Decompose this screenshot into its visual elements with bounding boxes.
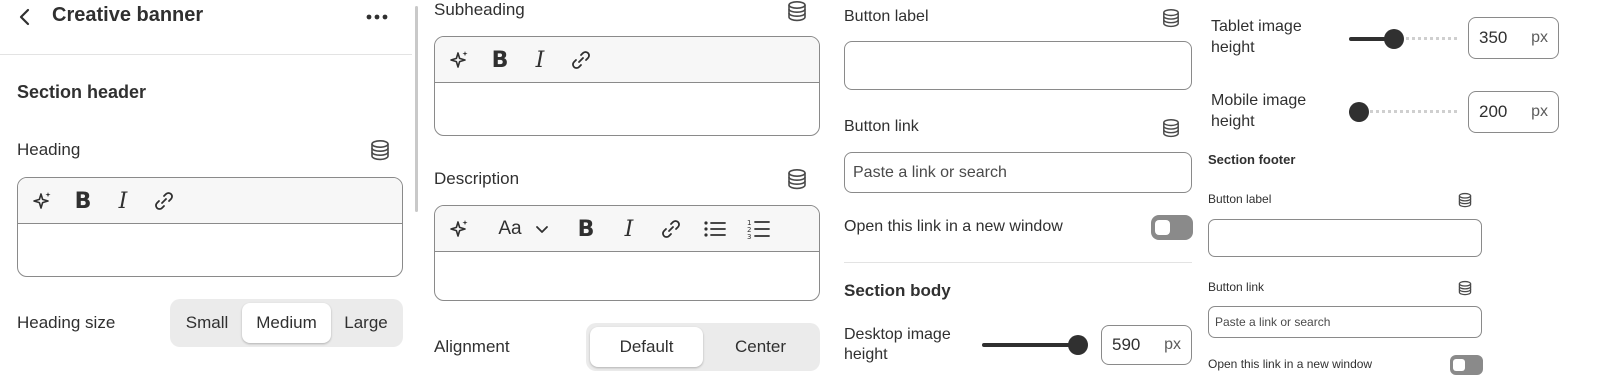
alignment-default[interactable]: Default: [590, 327, 703, 367]
mobile-height-slider[interactable]: [1349, 100, 1457, 124]
unit-label: px: [1164, 336, 1181, 353]
footer-new-window-toggle[interactable]: [1450, 355, 1483, 375]
heading-label: Heading: [17, 140, 81, 159]
bold-icon[interactable]: B: [72, 189, 94, 214]
toggle-knob: [1453, 359, 1465, 371]
section-footer-title: Section footer: [1208, 152, 1296, 167]
numbered-list-icon[interactable]: 123: [747, 217, 771, 241]
mobile-height-value: 200: [1479, 102, 1508, 121]
alignment-center[interactable]: Center: [705, 327, 816, 367]
text-style-button[interactable]: Aa: [495, 217, 525, 241]
italic-icon[interactable]: I: [112, 189, 134, 214]
heading-size-large[interactable]: Large: [333, 303, 399, 343]
description-editor-toolbar: Aa B I 123: [435, 206, 819, 252]
dynamic-source-icon[interactable]: [787, 168, 807, 190]
slider-knob[interactable]: [1068, 335, 1088, 355]
header-divider: [0, 54, 412, 55]
italic-icon[interactable]: I: [529, 48, 551, 73]
tablet-height-label-line2: height: [1211, 39, 1255, 56]
desktop-height-slider[interactable]: [982, 333, 1088, 357]
section-body-title: Section body: [844, 281, 951, 300]
chevron-left-icon: [19, 8, 30, 26]
tablet-height-value: 350: [1479, 28, 1508, 47]
dynamic-source-icon[interactable]: [787, 0, 807, 22]
magic-sparkle-icon[interactable]: [447, 48, 471, 72]
magic-sparkle-icon[interactable]: [447, 217, 471, 241]
slider-knob[interactable]: [1384, 29, 1404, 49]
page-title: Creative banner: [52, 4, 204, 26]
slider-knob[interactable]: [1349, 102, 1369, 122]
dynamic-source-icon[interactable]: [1162, 118, 1180, 138]
footer-button-label-input[interactable]: [1208, 219, 1482, 257]
toggle-knob: [1155, 220, 1170, 235]
desktop-height-value: 590: [1112, 335, 1141, 354]
section-divider: [844, 262, 1192, 263]
unit-label: px: [1531, 103, 1548, 120]
new-window-label: Open this link in a new window: [844, 218, 1063, 235]
scrollbar[interactable]: [415, 6, 418, 212]
subheading-editor[interactable]: B I: [434, 36, 820, 136]
bold-icon[interactable]: B: [489, 48, 511, 73]
heading-editor[interactable]: B I: [17, 177, 403, 277]
footer-button-link-label: Button link: [1208, 280, 1265, 294]
italic-icon[interactable]: I: [618, 217, 640, 242]
bullet-list-icon[interactable]: [703, 217, 727, 241]
tablet-height-label-line1: Tablet image: [1211, 18, 1302, 35]
magic-sparkle-icon[interactable]: [30, 189, 54, 213]
slider-rest: [1359, 110, 1457, 113]
new-window-toggle[interactable]: [1151, 215, 1193, 240]
more-actions-button[interactable]: [364, 8, 392, 26]
slider-fill: [982, 343, 1078, 347]
alignment-segmented: Default Center: [586, 323, 820, 371]
heading-size-label: Heading size: [17, 313, 116, 332]
dynamic-source-icon[interactable]: [370, 139, 390, 161]
mobile-height-label-line2: height: [1211, 113, 1255, 130]
mobile-height-input[interactable]: 200 px: [1468, 91, 1559, 133]
link-icon[interactable]: [569, 48, 593, 72]
heading-editor-toolbar: B I: [18, 178, 402, 224]
chevron-down-icon[interactable]: [533, 217, 551, 241]
heading-size-medium[interactable]: Medium: [242, 303, 331, 343]
button-link-placeholder: Paste a link or search: [853, 163, 1007, 181]
mobile-height-label-line1: Mobile image: [1211, 92, 1307, 109]
description-label: Description: [434, 169, 520, 188]
link-icon[interactable]: [659, 217, 683, 241]
dynamic-source-icon[interactable]: [1458, 192, 1472, 208]
subheading-label: Subheading: [434, 0, 525, 19]
footer-button-link-input[interactable]: Paste a link or search: [1208, 306, 1482, 338]
alignment-label: Alignment: [434, 337, 510, 356]
button-label-input[interactable]: [844, 41, 1192, 90]
footer-button-label-label: Button label: [1208, 192, 1272, 206]
section-header-title: Section header: [17, 82, 147, 102]
button-link-label: Button link: [844, 118, 919, 135]
tablet-height-slider[interactable]: [1349, 27, 1457, 51]
subheading-editor-toolbar: B I: [435, 37, 819, 83]
heading-size-segmented: Small Medium Large: [170, 299, 403, 347]
unit-label: px: [1531, 29, 1548, 46]
footer-link-placeholder: Paste a link or search: [1215, 315, 1331, 329]
bold-icon[interactable]: B: [575, 217, 597, 242]
back-button[interactable]: [14, 6, 36, 28]
button-label-label: Button label: [844, 8, 929, 25]
heading-size-small[interactable]: Small: [174, 303, 240, 343]
dynamic-source-icon[interactable]: [1162, 8, 1180, 28]
desktop-height-label-line1: Desktop image: [844, 326, 951, 343]
more-horizontal-icon: [366, 14, 388, 20]
desktop-height-label-line2: height: [844, 346, 888, 363]
dynamic-source-icon[interactable]: [1458, 280, 1472, 296]
svg-text:3: 3: [747, 233, 751, 241]
desktop-height-input[interactable]: 590 px: [1101, 325, 1192, 365]
button-link-input[interactable]: Paste a link or search: [844, 152, 1192, 193]
description-editor[interactable]: Aa B I 123: [434, 205, 820, 301]
footer-new-window-label: Open this link in a new window: [1208, 357, 1373, 371]
link-icon[interactable]: [152, 189, 176, 213]
tablet-height-input[interactable]: 350 px: [1468, 17, 1559, 59]
